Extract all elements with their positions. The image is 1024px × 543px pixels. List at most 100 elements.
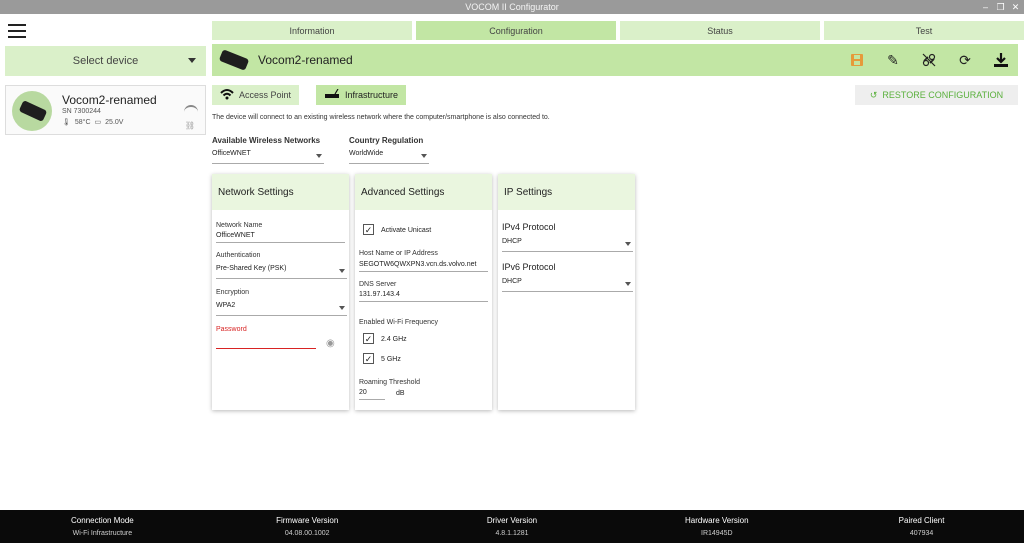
footer-value: 4.8.1.1281 xyxy=(495,530,529,537)
device-card[interactable]: Vocom2-renamed SN 7300244 🌡 58°C ▭ 25.0V… xyxy=(5,85,206,135)
ipv4-dropdown[interactable]: DHCP xyxy=(502,238,633,252)
restore-label: RESTORE CONFIGURATION xyxy=(882,90,1004,100)
device-voltage: 25.0V xyxy=(105,118,124,126)
select-device-label: Select device xyxy=(72,55,139,67)
window-controls: – ❐ ✕ xyxy=(981,0,1020,14)
footer-label: Hardware Version xyxy=(684,516,749,525)
device-name: Vocom2-renamed xyxy=(62,93,157,107)
ipv6-value: DHCP xyxy=(502,278,522,285)
chevron-down-icon xyxy=(625,242,631,246)
frequency-5-label: 5 GHz xyxy=(381,356,401,363)
eye-icon[interactable]: ◉ xyxy=(326,338,335,349)
encryption-dropdown[interactable]: WPA2 xyxy=(216,302,347,316)
header-actions: ✎ ⟳ xyxy=(848,51,1010,69)
network-name-label: Network Name xyxy=(216,222,263,229)
wifi-signal-icon xyxy=(220,88,234,102)
frequency-24-label: 2.4 GHz xyxy=(381,336,407,343)
ipv6-dropdown[interactable]: DHCP xyxy=(502,278,633,292)
footer-value: IR14945D xyxy=(701,530,733,537)
advanced-settings-title: Advanced Settings xyxy=(355,174,492,210)
chevron-down-icon xyxy=(421,154,427,158)
footer-hardware-version: Hardware Version IR14945D xyxy=(614,510,819,543)
infrastructure-button[interactable]: Infrastructure xyxy=(316,85,407,105)
access-point-button[interactable]: Access Point xyxy=(212,85,300,105)
authentication-label: Authentication xyxy=(216,252,261,259)
chevron-down-icon xyxy=(316,154,322,158)
access-point-label: Access Point xyxy=(239,90,292,100)
network-settings-title: Network Settings xyxy=(212,174,349,210)
password-field[interactable] xyxy=(216,338,316,349)
tab-information[interactable]: Information xyxy=(212,21,412,40)
save-icon[interactable] xyxy=(848,51,866,69)
available-networks-value: OfficeWNET xyxy=(212,150,251,157)
host-label: Host Name or IP Address xyxy=(359,250,438,257)
status-footer: Connection Mode Wi-Fi Infrastructure Fir… xyxy=(0,510,1024,543)
tab-configuration[interactable]: Configuration xyxy=(416,21,616,40)
network-name-field[interactable]: OfficeWNET xyxy=(216,232,345,243)
close-icon[interactable]: ✕ xyxy=(1011,0,1020,14)
authentication-value: Pre-Shared Key (PSK) xyxy=(216,265,287,272)
advanced-settings-panel: Advanced Settings ✓ Activate Unicast Hos… xyxy=(355,174,492,410)
chevron-down-icon xyxy=(339,306,345,310)
frequency-label: Enabled Wi-Fi Frequency xyxy=(359,319,438,326)
mode-description: The device will connect to an existing w… xyxy=(212,114,550,121)
window-titlebar: VOCOM II Configurator – ❐ ✕ xyxy=(0,0,1024,14)
device-icon xyxy=(217,48,250,72)
footer-paired-client: Paired Client 407934 xyxy=(819,510,1024,543)
password-label: Password xyxy=(216,326,247,333)
country-regulation-value: WorldWide xyxy=(349,150,384,157)
ipv4-label: IPv4 Protocol xyxy=(502,222,556,232)
available-networks-dropdown[interactable]: OfficeWNET xyxy=(212,150,324,164)
edit-icon[interactable]: ✎ xyxy=(884,51,902,69)
window-title: VOCOM II Configurator xyxy=(465,2,559,12)
country-regulation-label: Country Regulation xyxy=(349,136,424,145)
chevron-down-icon xyxy=(188,58,196,63)
device-header: Vocom2-renamed ✎ ⟳ xyxy=(212,44,1018,76)
footer-firmware-version: Firmware Version 04.08.00.1002 xyxy=(205,510,410,543)
header-device-name: Vocom2-renamed xyxy=(258,53,353,67)
footer-label: Connection Mode xyxy=(71,516,134,525)
chevron-down-icon xyxy=(339,269,345,273)
footer-value: 407934 xyxy=(909,530,934,537)
dns-field[interactable]: 131.97.143.4 xyxy=(359,291,488,302)
device-stats: 🌡 58°C ▭ 25.0V xyxy=(62,118,124,127)
country-regulation-dropdown[interactable]: WorldWide xyxy=(349,150,429,164)
footer-label: Driver Version xyxy=(486,516,538,525)
select-device-dropdown[interactable]: Select device xyxy=(5,46,206,76)
ipv4-value: DHCP xyxy=(502,238,522,245)
roaming-unit: dB xyxy=(396,390,405,397)
unicast-checkbox[interactable]: ✓ xyxy=(363,224,374,235)
restore-icon: ↺ xyxy=(869,89,878,100)
footer-driver-version: Driver Version 4.8.1.1281 xyxy=(410,510,615,543)
ip-settings-title: IP Settings xyxy=(498,174,635,210)
roaming-label: Roaming Threshold xyxy=(359,379,420,386)
refresh-icon[interactable]: ⟳ xyxy=(956,51,974,69)
ip-settings-panel: IP Settings IPv4 Protocol DHCP IPv6 Prot… xyxy=(498,174,635,410)
battery-icon: ▭ xyxy=(94,119,102,126)
tab-test[interactable]: Test xyxy=(824,21,1024,40)
restore-icon[interactable]: ❐ xyxy=(996,0,1005,14)
thermometer-icon: 🌡 xyxy=(62,119,71,126)
roaming-field[interactable]: 20 xyxy=(359,389,385,400)
footer-connection-mode: Connection Mode Wi-Fi Infrastructure xyxy=(0,510,205,543)
footer-label: Firmware Version xyxy=(276,516,339,525)
minimize-icon[interactable]: – xyxy=(981,0,990,14)
footer-value: 04.08.00.1002 xyxy=(284,530,330,537)
tab-bar: Information Configuration Status Test xyxy=(212,21,1024,40)
device-serial: SN 7300244 xyxy=(62,108,101,115)
device-avatar xyxy=(12,91,52,131)
ipv6-label: IPv6 Protocol xyxy=(502,262,556,272)
unlink-icon[interactable] xyxy=(920,51,938,69)
encryption-label: Encryption xyxy=(216,289,250,296)
host-field[interactable]: SEGOTW6QWXPN3.vcn.ds.volvo.net xyxy=(359,261,488,272)
menu-icon[interactable] xyxy=(8,24,26,38)
dns-label: DNS Server xyxy=(359,281,397,288)
network-settings-panel: Network Settings Network Name OfficeWNET… xyxy=(212,174,349,410)
frequency-5-checkbox[interactable]: ✓ xyxy=(363,353,374,364)
authentication-dropdown[interactable]: Pre-Shared Key (PSK) xyxy=(216,265,347,279)
wifi-icon xyxy=(184,105,198,113)
tab-status[interactable]: Status xyxy=(620,21,820,40)
restore-configuration-button[interactable]: ↺ RESTORE CONFIGURATION xyxy=(855,85,1018,105)
frequency-24-checkbox[interactable]: ✓ xyxy=(363,333,374,344)
download-icon[interactable] xyxy=(992,51,1010,69)
